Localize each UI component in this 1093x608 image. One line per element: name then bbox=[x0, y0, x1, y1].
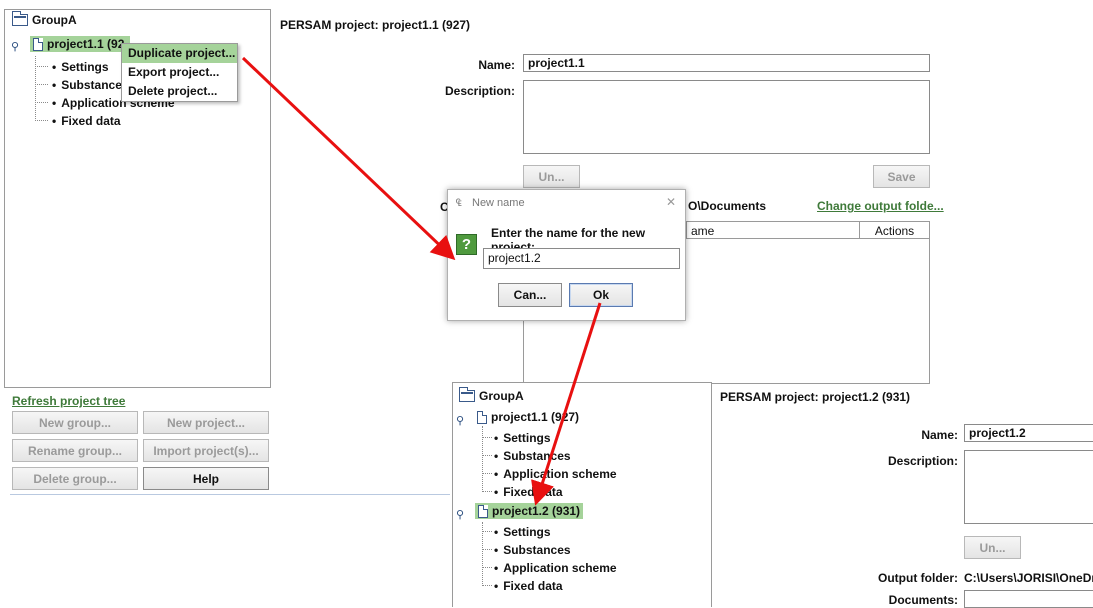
rename-group-button[interactable]: Rename group... bbox=[12, 439, 138, 462]
document-icon bbox=[478, 504, 488, 518]
bottom-documents-field[interactable] bbox=[964, 590, 1093, 608]
top-tree-fixed-data[interactable]: Fixed data bbox=[52, 114, 120, 128]
question-icon: ? bbox=[456, 234, 477, 255]
folder-icon bbox=[459, 387, 475, 402]
close-icon[interactable]: ✕ bbox=[666, 195, 676, 209]
tree-expand-icon[interactable]: ⚲ bbox=[11, 40, 19, 53]
bottom-output-folder-value: C:\Users\JORISI\OneDriv bbox=[964, 571, 1093, 585]
bottom-tree-b-substances[interactable]: Substances bbox=[494, 543, 570, 557]
tree-guide bbox=[482, 531, 492, 532]
tree-guide bbox=[482, 585, 492, 586]
top-tree-group[interactable]: GroupA bbox=[12, 11, 77, 27]
tree-guide bbox=[482, 426, 483, 490]
bottom-tree-a-substances[interactable]: Substances bbox=[494, 449, 570, 463]
bottom-name-label: Name: bbox=[921, 428, 958, 442]
top-name-label: Name: bbox=[478, 58, 515, 72]
table-header-name[interactable]: ame bbox=[686, 221, 860, 239]
change-output-folder-link[interactable]: Change output folde... bbox=[817, 199, 944, 213]
top-save-button[interactable]: Save bbox=[873, 165, 930, 188]
question-glyph: ? bbox=[461, 236, 472, 253]
bottom-tree-a-settings[interactable]: Settings bbox=[494, 431, 550, 445]
document-icon bbox=[33, 37, 43, 51]
tree-guide bbox=[482, 567, 492, 568]
top-tree-settings[interactable]: Settings bbox=[52, 60, 108, 74]
bottom-tree-b-application-scheme[interactable]: Application scheme bbox=[494, 561, 616, 575]
bottom-tree-b-fixed-data[interactable]: Fixed data bbox=[494, 579, 562, 593]
new-project-name-input[interactable]: project1.2 bbox=[483, 248, 680, 269]
document-icon bbox=[477, 410, 487, 424]
bottom-tree-group[interactable]: GroupA bbox=[459, 387, 524, 403]
delete-group-button[interactable]: Delete group... bbox=[12, 467, 138, 490]
arrow-to-dialog bbox=[241, 56, 456, 261]
dialog-ok-button[interactable]: Ok bbox=[569, 283, 633, 307]
menu-delete-project[interactable]: Delete project... bbox=[122, 82, 237, 101]
top-name-field[interactable]: project1.1 bbox=[523, 54, 930, 72]
top-output-folder-value: O\Documents bbox=[688, 199, 767, 213]
dialog-title: New name bbox=[472, 197, 525, 209]
tree-guide bbox=[482, 491, 492, 492]
top-description-field[interactable] bbox=[523, 80, 930, 154]
bottom-tree-a-application-scheme[interactable]: Application scheme bbox=[494, 467, 616, 481]
import-projects-button[interactable]: Import project(s)... bbox=[143, 439, 269, 462]
menu-export-project[interactable]: Export project... bbox=[122, 63, 237, 82]
refresh-project-tree-link[interactable]: Refresh project tree bbox=[12, 394, 125, 408]
bottom-tree-a-fixed-data[interactable]: Fixed data bbox=[494, 485, 562, 499]
bottom-tree-b-settings[interactable]: Settings bbox=[494, 525, 550, 539]
tree-expand-icon[interactable]: ⚲ bbox=[456, 508, 464, 521]
bottom-documents-label: Documents: bbox=[888, 593, 958, 607]
table-header-actions[interactable]: Actions bbox=[859, 221, 930, 239]
new-project-button[interactable]: New project... bbox=[143, 411, 269, 434]
bottom-undo-button[interactable]: Un... bbox=[964, 536, 1021, 559]
top-tree-project-1-1[interactable]: project1.1 (92 bbox=[30, 36, 130, 52]
bottom-output-folder-label: Output folder: bbox=[878, 571, 958, 585]
tree-guide bbox=[482, 455, 492, 456]
new-name-dialog: ₠ New name ✕ ? Enter the name for the ne… bbox=[447, 189, 686, 321]
tree-guide bbox=[35, 66, 48, 67]
tree-guide bbox=[482, 473, 492, 474]
dialog-cancel-button[interactable]: Can... bbox=[498, 283, 562, 307]
new-group-button[interactable]: New group... bbox=[12, 411, 138, 434]
top-project-header: PERSAM project: project1.1 (927) bbox=[280, 18, 471, 32]
dialog-app-icon: ₠ bbox=[456, 198, 462, 209]
bottom-description-field[interactable] bbox=[964, 450, 1093, 524]
tree-guide bbox=[482, 549, 492, 550]
bottom-name-field[interactable]: project1.2 bbox=[964, 424, 1093, 442]
help-button[interactable]: Help bbox=[143, 467, 269, 490]
tree-guide bbox=[482, 437, 492, 438]
bottom-description-label: Description: bbox=[887, 454, 958, 468]
tree-guide bbox=[35, 102, 48, 103]
top-tree-substances[interactable]: Substances bbox=[52, 78, 128, 92]
top-description-label: Description: bbox=[444, 84, 515, 98]
tree-guide bbox=[35, 120, 48, 121]
menu-duplicate-project[interactable]: Duplicate project... bbox=[122, 44, 237, 63]
tree-guide bbox=[35, 84, 48, 85]
window-divider bbox=[10, 494, 450, 495]
bottom-tree-project-1-2[interactable]: project1.2 (931) bbox=[475, 503, 584, 519]
project-context-menu: Duplicate project... Export project... D… bbox=[121, 43, 238, 102]
top-undo-button[interactable]: Un... bbox=[523, 165, 580, 188]
tree-expand-icon[interactable]: ⚲ bbox=[456, 414, 464, 427]
folder-icon bbox=[12, 11, 28, 26]
bottom-tree-project-1-1[interactable]: project1.1 (927) bbox=[477, 410, 579, 424]
bottom-project-header: PERSAM project: project1.2 (931) bbox=[720, 390, 911, 404]
